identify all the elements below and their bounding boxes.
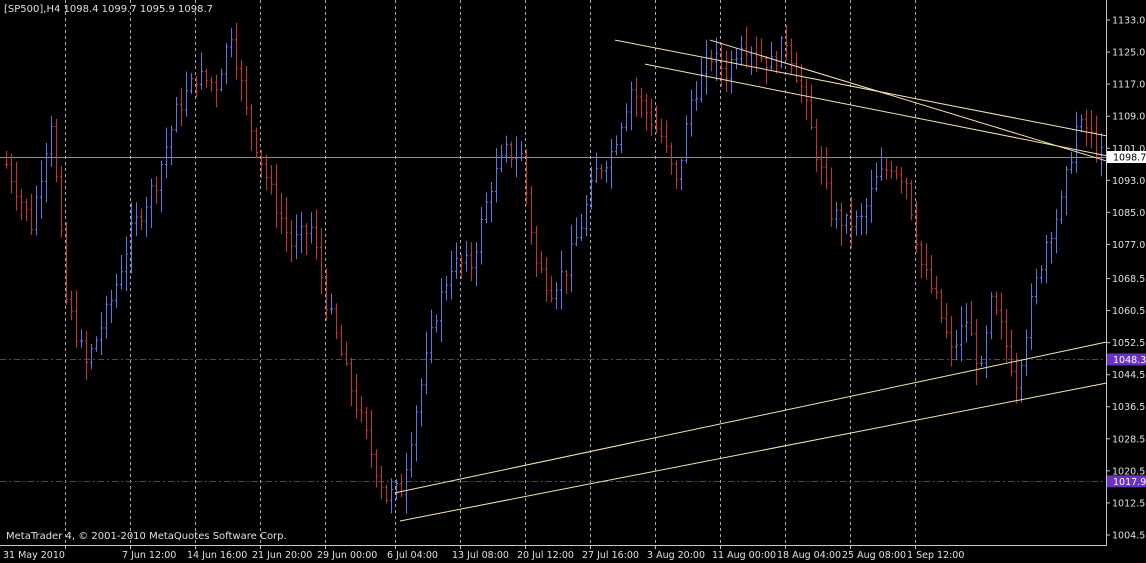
y-tick-label: 1125.0 bbox=[1112, 48, 1145, 59]
y-tick-label: 1012.5 bbox=[1112, 498, 1145, 509]
trendline bbox=[644, 63, 1107, 157]
trendline bbox=[614, 39, 1107, 137]
x-tick-label: 25 Aug 08:00 bbox=[842, 550, 906, 561]
x-tick-label: 29 Jun 00:00 bbox=[317, 550, 377, 561]
x-tick-label: 6 Jul 04:00 bbox=[387, 550, 438, 561]
price-chart[interactable]: 1133.01125.01117.01109.01101.01093.01085… bbox=[0, 0, 1146, 563]
x-tick-label: 27 Jul 16:00 bbox=[582, 550, 639, 561]
x-tick-label: 20 Jul 12:00 bbox=[517, 550, 574, 561]
x-tick-label: 31 May 2010 bbox=[3, 550, 65, 561]
y-tick-label: 1093.0 bbox=[1112, 176, 1145, 187]
y-tick-label: 1109.0 bbox=[1112, 112, 1145, 123]
symbol-label: [SP500],H4 bbox=[4, 4, 61, 15]
x-tick-label: 14 Jun 16:00 bbox=[187, 550, 247, 561]
x-tick-label: 1 Sep 12:00 bbox=[907, 550, 964, 561]
trendline bbox=[394, 341, 1107, 494]
y-tick-label: 1028.5 bbox=[1112, 434, 1145, 445]
level-badge-label: 1048.3 bbox=[1113, 355, 1146, 366]
current-price-label: 1098.7 bbox=[1113, 153, 1146, 164]
ohlc-label: 1098.4 1099.7 1095.9 1098.7 bbox=[63, 4, 214, 15]
y-tick-label: 1133.0 bbox=[1112, 16, 1145, 27]
x-tick-label: 21 Jun 20:00 bbox=[252, 550, 312, 561]
y-tick-label: 1060.5 bbox=[1112, 306, 1145, 317]
y-tick-label: 1068.5 bbox=[1112, 274, 1145, 285]
x-tick-label: 11 Aug 00:00 bbox=[712, 550, 776, 561]
y-tick-label: 1044.5 bbox=[1112, 370, 1145, 381]
copyright-text: MetaTrader 4, © 2001-2010 MetaQuotes Sof… bbox=[6, 531, 287, 542]
y-tick-label: 1085.0 bbox=[1112, 208, 1145, 219]
y-tick-label: 1004.5 bbox=[1112, 530, 1145, 541]
x-tick-label: 18 Aug 04:00 bbox=[777, 550, 841, 561]
y-tick-label: 1117.0 bbox=[1112, 80, 1145, 91]
trendline bbox=[709, 39, 1107, 162]
trendline bbox=[399, 382, 1107, 522]
x-tick-label: 3 Aug 20:00 bbox=[647, 550, 705, 561]
x-tick-label: 13 Jul 08:00 bbox=[452, 550, 509, 561]
level-badge-label: 1017.9 bbox=[1113, 477, 1146, 488]
y-tick-label: 1052.5 bbox=[1112, 338, 1145, 349]
x-tick-label: 7 Jun 12:00 bbox=[122, 550, 176, 561]
y-tick-label: 1077.0 bbox=[1112, 240, 1145, 251]
y-tick-label: 1036.5 bbox=[1112, 402, 1145, 413]
chart-info: [SP500],H4 1098.4 1099.7 1095.9 1098.7 bbox=[4, 4, 213, 15]
